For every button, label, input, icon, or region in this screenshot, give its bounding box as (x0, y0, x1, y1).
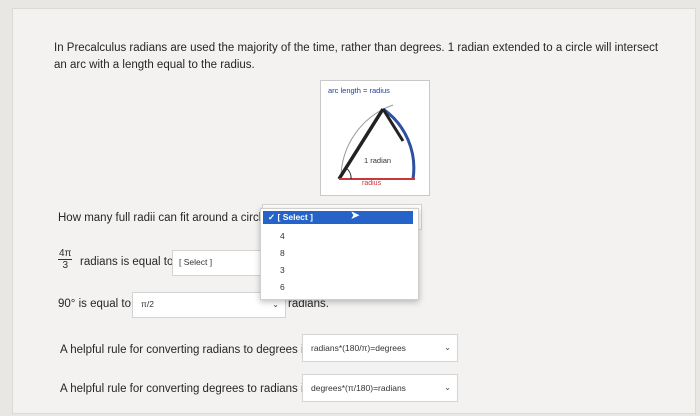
circle-outline (340, 104, 394, 180)
q2-fraction: 4π 3 (58, 248, 73, 273)
q1-option-1[interactable]: 8 (280, 248, 437, 258)
q5-text: A helpful rule for converting degrees to… (60, 383, 310, 395)
q1-text: How many full radii can fit around a cir… (58, 212, 268, 224)
cursor-icon: ➤ (350, 208, 361, 222)
q1-option-selected[interactable]: ✓ [ Select ] (263, 211, 413, 224)
q2-select-value: [ Select ] (179, 257, 213, 267)
q1-option-selected-label: [ Select ] (277, 212, 313, 222)
q4-text: A helpful rule for converting radians to… (60, 344, 310, 356)
radian-figure (320, 80, 430, 196)
q2-denominator: 3 (62, 260, 69, 271)
radian-diagram (337, 104, 416, 180)
q4-select-value: radians*(180/π)=degrees (311, 343, 406, 353)
q2-select[interactable]: [ Select ] (172, 250, 264, 276)
q1-dropdown-menu: ✓ [ Select ] 4 8 3 6 (260, 208, 419, 300)
q5-select-value: degrees*(π/180)=radians (311, 383, 406, 393)
q2-text: radians is equal to (80, 256, 174, 268)
chevron-down-icon: ⌄ (444, 343, 451, 353)
angle-label: 1 radian (364, 156, 392, 165)
q5-select[interactable]: degrees*(π/180)=radians ⌄ (302, 374, 458, 402)
q1-option-0[interactable]: 4 (280, 231, 437, 241)
intro-text: In Precalculus radians are used the majo… (54, 42, 659, 71)
arc-length-arc (382, 107, 416, 180)
terminal-ray (337, 108, 385, 180)
arc-length-label: arc length = radius (328, 86, 390, 95)
chevron-down-icon: ⌄ (272, 300, 279, 310)
chevron-down-icon: ⌄ (444, 383, 451, 393)
radius-label: radius (362, 180, 382, 187)
q4-select[interactable]: radians*(180/π)=degrees ⌄ (302, 334, 458, 362)
q3-select-value: π/2 (141, 299, 154, 309)
q1-option-3[interactable]: 6 (280, 282, 437, 292)
check-icon: ✓ (268, 212, 276, 222)
q3-text: 90° is equal to (58, 298, 132, 310)
q2-numerator: 4π (58, 248, 73, 260)
q1-option-2[interactable]: 3 (280, 265, 437, 275)
